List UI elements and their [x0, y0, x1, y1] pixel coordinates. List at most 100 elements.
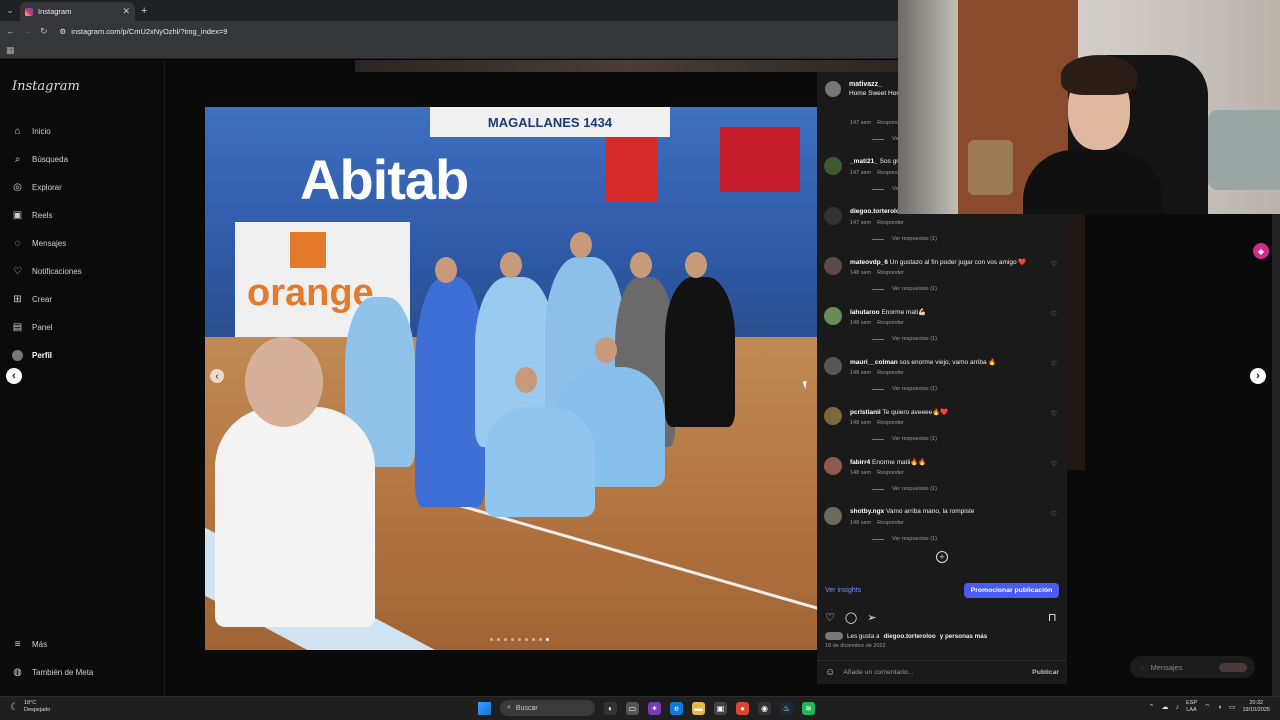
chrome-icon[interactable]: ●: [736, 701, 749, 715]
messages-pill[interactable]: ◌ Mensajes: [1130, 656, 1255, 678]
post-location[interactable]: Home Sweet Home: [849, 90, 905, 97]
battery-icon[interactable]: ▭: [1229, 703, 1236, 711]
edge-icon[interactable]: e: [670, 701, 683, 715]
task-view-icon[interactable]: ▭: [626, 701, 639, 715]
view-replies-button[interactable]: Ver respuestas (1): [872, 536, 937, 542]
avatar[interactable]: [824, 257, 842, 275]
comment-user[interactable]: diegoo.torteroloo: [850, 208, 904, 215]
microphone-icon[interactable]: ♪: [1176, 704, 1180, 711]
sidebar-item-explorar[interactable]: ◎ Explorar: [12, 173, 82, 201]
avatar[interactable]: [824, 157, 842, 175]
avatar[interactable]: [824, 457, 842, 475]
avatar[interactable]: [824, 307, 842, 325]
sidebar-item-perfil[interactable]: Perfil: [12, 341, 82, 369]
view-replies-button[interactable]: Ver respuestas (1): [872, 486, 937, 492]
floating-extension-icon[interactable]: ◆: [1253, 243, 1269, 259]
site-info-icon[interactable]: ⚙: [60, 27, 67, 36]
sidebar-item-inicio[interactable]: ⌂ Inicio: [12, 117, 82, 145]
avatar[interactable]: [825, 81, 841, 97]
onedrive-icon[interactable]: ☁: [1162, 703, 1169, 711]
copilot-icon[interactable]: ✦: [648, 701, 661, 715]
volume-icon[interactable]: ◖: [1218, 704, 1222, 711]
post-author[interactable]: mativazz_: [849, 80, 905, 89]
clock[interactable]: 20:32 19/10/2025: [1242, 700, 1270, 714]
like-comment-icon[interactable]: ♡: [1051, 410, 1057, 418]
sidebar-item-mas[interactable]: ≡ Más: [12, 630, 93, 658]
sidebar-item-crear[interactable]: ⊞ Crear: [12, 285, 82, 313]
comment-user[interactable]: shotby.ngx: [850, 508, 884, 515]
tab-search-icon[interactable]: ⌄: [0, 5, 20, 16]
like-comment-icon[interactable]: ♡: [1051, 510, 1057, 518]
comment-user[interactable]: fabirr4: [850, 459, 870, 466]
next-post-button[interactable]: ›: [1250, 368, 1266, 384]
carousel-previous-icon[interactable]: ‹: [210, 369, 224, 383]
view-replies-button[interactable]: Ver respuestas (1): [872, 286, 937, 292]
emoji-icon[interactable]: ☺: [825, 667, 835, 678]
language-indicator[interactable]: ESP LAA: [1186, 700, 1197, 714]
comment-input[interactable]: Añade un comentario...: [843, 669, 913, 676]
previous-post-button[interactable]: ‹: [6, 368, 22, 384]
avatar[interactable]: [824, 407, 842, 425]
sidebar-item-meta[interactable]: ◍ También de Meta: [12, 658, 93, 686]
publish-button[interactable]: Publicar: [1032, 669, 1059, 676]
sidebar-item-panel[interactable]: ▤ Panel: [12, 313, 82, 341]
widgets-icon[interactable]: ◐: [604, 701, 617, 715]
likes-user[interactable]: diegoo.torteroloo: [884, 633, 936, 640]
steam-icon[interactable]: ♨: [780, 701, 793, 715]
comment-user[interactable]: _mati21_: [850, 158, 878, 165]
reply-button[interactable]: Responder: [877, 270, 904, 276]
browser-tab-instagram[interactable]: Instagram ✕: [20, 2, 135, 21]
sidebar-item-mensajes[interactable]: ◌ Mensajes: [12, 229, 82, 257]
like-comment-icon[interactable]: ♡: [1051, 260, 1057, 268]
reply-button[interactable]: Responder: [877, 370, 904, 376]
view-insights-link[interactable]: Ver insights: [825, 587, 861, 594]
taskbar-search[interactable]: ⌕ Buscar: [500, 700, 595, 716]
likes-suffix[interactable]: y personas más: [940, 633, 988, 640]
instagram-logo[interactable]: Instagram: [12, 79, 80, 94]
like-comment-icon[interactable]: ♡: [1051, 310, 1057, 318]
reply-button[interactable]: Responder: [877, 220, 904, 226]
reply-button[interactable]: Responder: [877, 520, 904, 526]
comment-user[interactable]: mauri__colman: [850, 359, 898, 366]
reply-button[interactable]: Responder: [877, 320, 904, 326]
back-icon[interactable]: ←: [6, 26, 15, 36]
spotify-icon[interactable]: ≋: [802, 701, 815, 715]
scrollbar[interactable]: [1272, 214, 1280, 696]
sidebar-item-notificaciones[interactable]: ♡ Notificaciones: [12, 257, 82, 285]
new-tab-icon[interactable]: +: [141, 5, 147, 17]
load-more-comments-icon[interactable]: +: [936, 551, 948, 563]
wifi-icon[interactable]: ⌔: [1204, 703, 1211, 712]
comment-user[interactable]: mateovdp_6: [850, 259, 888, 266]
apps-grid-icon[interactable]: ▦: [6, 45, 15, 56]
obs-icon[interactable]: ◉: [758, 701, 771, 715]
url-field[interactable]: ⚙ instagram.com/p/CmU2xNyOzhl/?img_index…: [60, 27, 228, 36]
share-icon[interactable]: ➢: [867, 611, 876, 624]
close-tab-icon[interactable]: ✕: [122, 6, 130, 17]
comment-icon[interactable]: ◯: [845, 611, 857, 624]
view-replies-button[interactable]: Ver respuestas (1): [872, 236, 937, 242]
sidebar-item-reels[interactable]: ▣ Reels: [12, 201, 82, 229]
like-comment-icon[interactable]: ♡: [1051, 460, 1057, 468]
like-comment-icon[interactable]: ♡: [1051, 360, 1057, 368]
chevron-up-icon[interactable]: ⌃: [1149, 703, 1155, 711]
reply-button[interactable]: Responder: [877, 420, 904, 426]
file-explorer-icon[interactable]: ▬: [692, 701, 705, 715]
avatar[interactable]: [824, 207, 842, 225]
view-replies-button[interactable]: Ver respuestas (1): [872, 386, 937, 392]
sidebar-item-busqueda[interactable]: ⌕ Búsqueda: [12, 145, 82, 173]
windows-start-icon[interactable]: [478, 701, 491, 715]
comment-user[interactable]: lahutaroo: [850, 309, 880, 316]
avatar[interactable]: [824, 357, 842, 375]
bookmark-icon[interactable]: ⊓: [1048, 611, 1057, 624]
weather-widget[interactable]: ☾ 18°C Despejado: [10, 700, 50, 714]
store-icon[interactable]: ▣: [714, 701, 727, 715]
promote-post-button[interactable]: Promocionar publicación: [964, 583, 1059, 598]
like-icon[interactable]: ♡: [825, 611, 835, 624]
comment-user[interactable]: pcristianii: [850, 409, 881, 416]
avatar[interactable]: [824, 507, 842, 525]
view-replies-button[interactable]: Ver respuestas (1): [872, 336, 937, 342]
reply-button[interactable]: Responder: [877, 470, 904, 476]
view-replies-button[interactable]: Ver respuestas (1): [872, 436, 937, 442]
reload-icon[interactable]: ↻: [40, 26, 48, 37]
forward-icon[interactable]: →: [23, 26, 32, 36]
